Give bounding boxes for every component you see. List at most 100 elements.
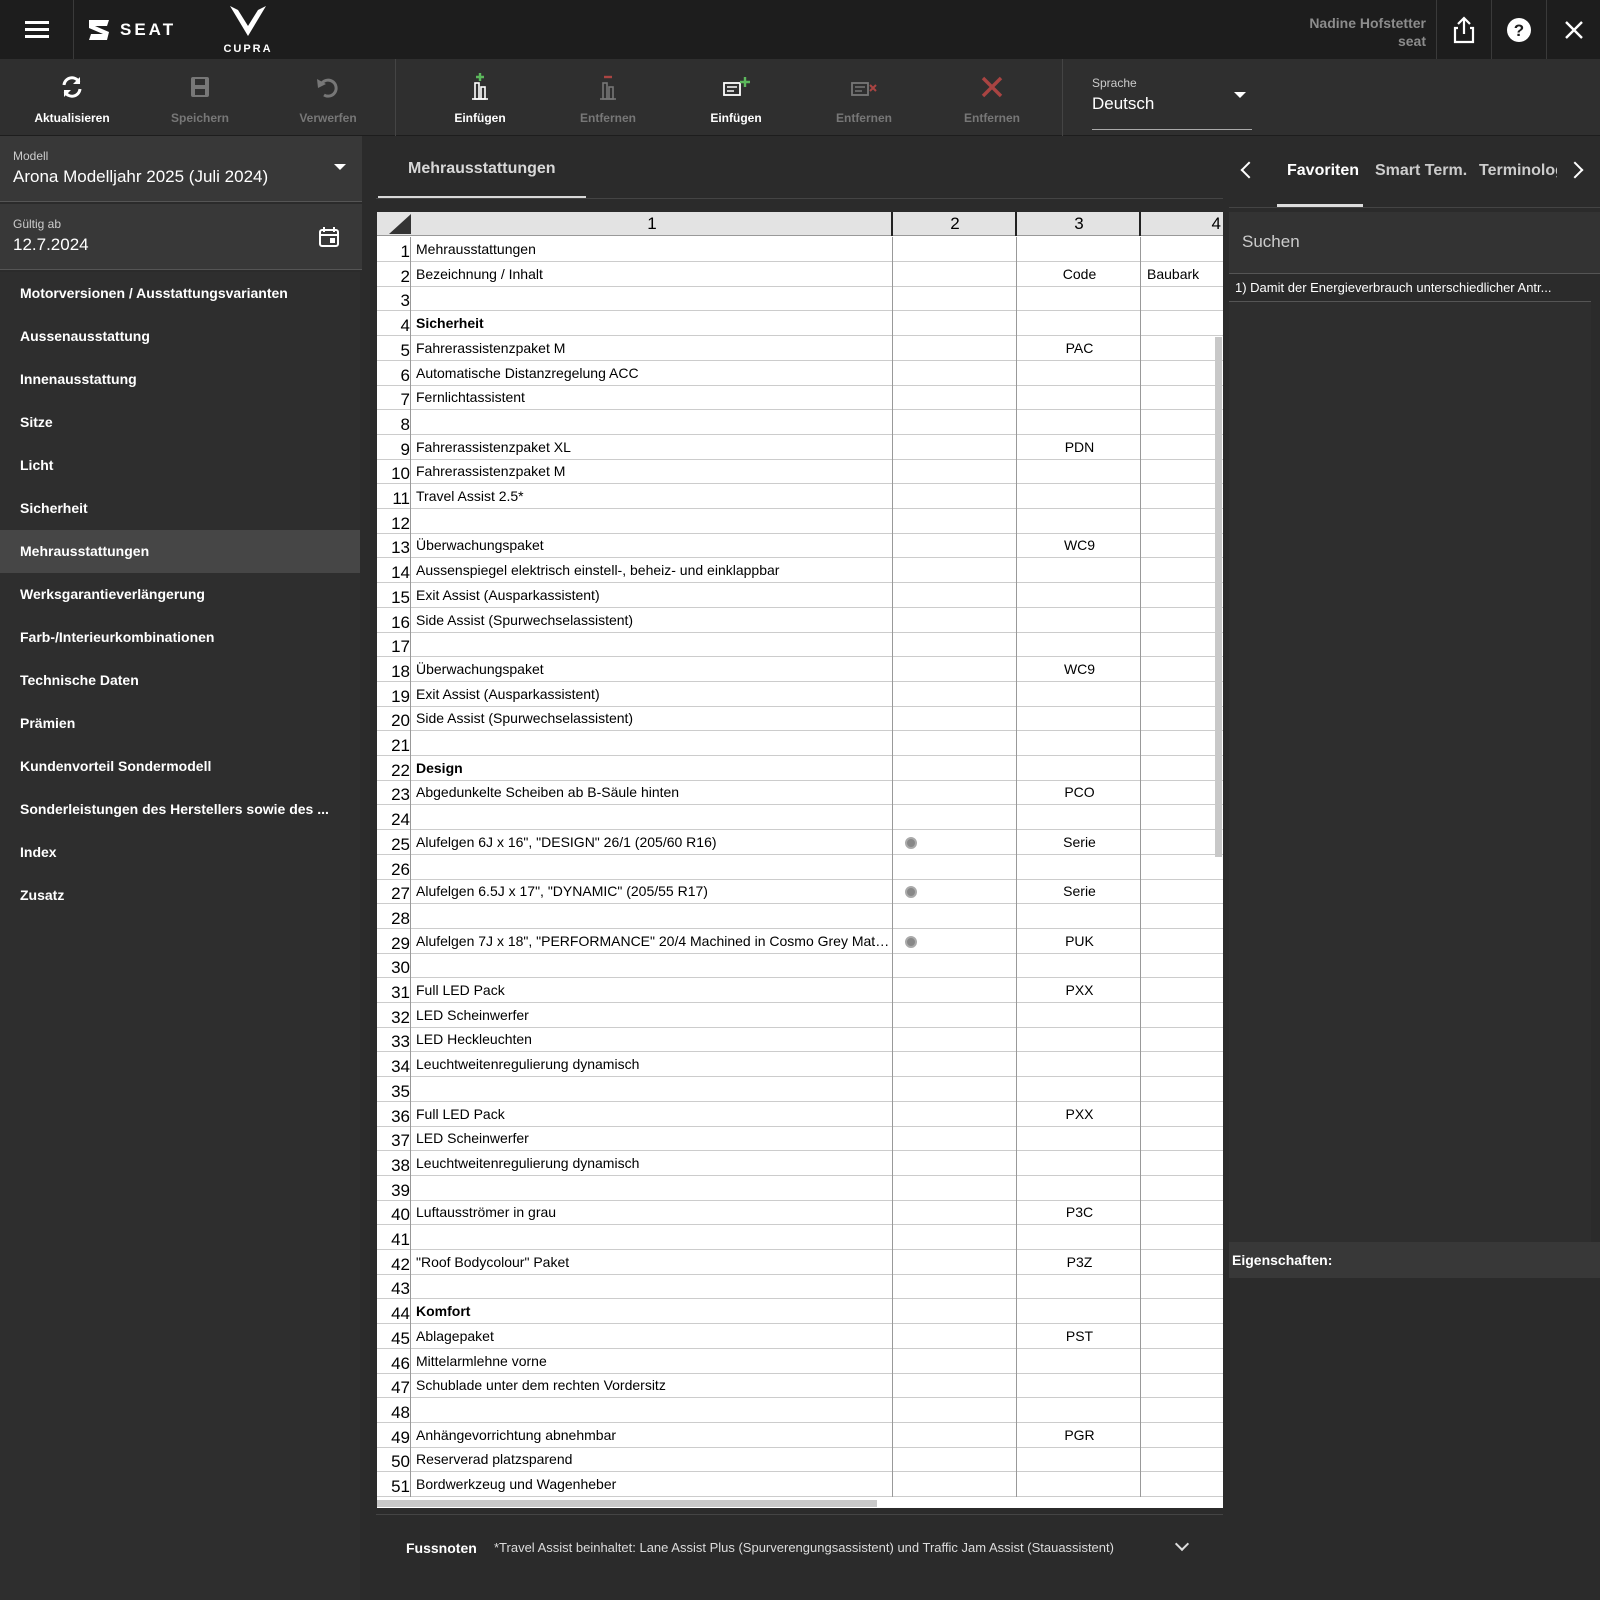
cell-col3[interactable]: PST xyxy=(1019,1323,1141,1349)
cell-col3[interactable] xyxy=(1019,1027,1141,1053)
cell-col2[interactable] xyxy=(895,928,1017,954)
cell-col2[interactable] xyxy=(895,854,1017,880)
cell-col2[interactable] xyxy=(895,755,1017,781)
table-row[interactable]: 46 Mittelarmlehne vorne xyxy=(377,1348,1223,1374)
table-row[interactable]: 22 Design xyxy=(377,755,1223,781)
valid-from-field[interactable]: Gültig ab 12.7.2024 xyxy=(0,204,362,270)
table-row[interactable]: 26 xyxy=(377,854,1223,880)
cell-col4[interactable]: Baubark xyxy=(1143,262,1223,287)
cell-col1[interactable]: Automatische Distanzregelung ACC xyxy=(413,360,893,386)
cell-col4[interactable] xyxy=(1143,632,1223,657)
cell-col1[interactable] xyxy=(413,1274,893,1300)
table-row[interactable]: 51 Bordwerkzeug und Wagenheber xyxy=(377,1472,1223,1497)
cell-col3[interactable] xyxy=(1019,1373,1141,1399)
cell-col2[interactable] xyxy=(895,1422,1017,1448)
cell-col1[interactable]: Fahrerassistenzpaket XL xyxy=(413,434,893,460)
table-row[interactable]: 9 Fahrerassistenzpaket XL PDN xyxy=(377,434,1223,460)
cell-col2[interactable] xyxy=(895,311,1017,337)
cell-col2[interactable] xyxy=(895,1126,1017,1152)
cell-col1[interactable]: Alufelgen 7J x 18", "PERFORMANCE" 20/4 M… xyxy=(413,928,893,954)
cell-col1[interactable]: Full LED Pack xyxy=(413,978,893,1003)
cell-col1[interactable]: Schublade unter dem rechten Vordersitz xyxy=(413,1373,893,1399)
cell-col1[interactable]: Side Assist (Spurwechselassistent) xyxy=(413,706,893,732)
table-row[interactable]: 30 xyxy=(377,953,1223,979)
table-row[interactable]: 39 xyxy=(377,1175,1223,1201)
table-row[interactable]: 13 Überwachungspaket WC9 xyxy=(377,533,1223,559)
cell-col2[interactable] xyxy=(895,1348,1017,1374)
insert-row-button[interactable]: Einfügen xyxy=(672,59,800,136)
chevron-down-icon[interactable] xyxy=(1174,1536,1190,1552)
remove-row-button[interactable]: Entfernen xyxy=(800,59,928,136)
cell-col2[interactable] xyxy=(895,237,1017,262)
column-header-2[interactable]: 2 xyxy=(895,212,1017,236)
cell-col4[interactable] xyxy=(1143,1299,1223,1324)
cell-col2[interactable] xyxy=(895,1472,1017,1497)
nav-item[interactable]: Kundenvorteil Sondermodell xyxy=(0,745,360,788)
cell-col2[interactable] xyxy=(895,533,1017,559)
nav-item[interactable]: Sicherheit xyxy=(0,487,360,530)
cell-col2[interactable] xyxy=(895,953,1017,979)
cell-col4[interactable] xyxy=(1143,1349,1223,1374)
cell-col1[interactable]: Mittelarmlehne vorne xyxy=(413,1348,893,1374)
table-row[interactable]: 44 Komfort xyxy=(377,1299,1223,1325)
nav-item[interactable]: Sitze xyxy=(0,401,360,444)
nav-item[interactable]: Index xyxy=(0,831,360,874)
nav-item[interactable]: Aussenausstattung xyxy=(0,315,360,358)
cell-col4[interactable] xyxy=(1143,1250,1223,1275)
cell-col2[interactable] xyxy=(895,731,1017,756)
table-row[interactable]: 42 "Roof Bodycolour" Paket P3Z xyxy=(377,1249,1223,1275)
cell-col4[interactable] xyxy=(1143,1003,1223,1028)
cell-col4[interactable] xyxy=(1143,929,1223,954)
data-grid[interactable]: 1 2 3 4 1 Mehrausstattungen 2 Bezeichnung /… xyxy=(377,212,1223,1508)
cell-col4[interactable] xyxy=(1143,953,1223,978)
cell-col3[interactable]: PCO xyxy=(1019,780,1141,806)
cell-col4[interactable] xyxy=(1143,336,1223,361)
table-row[interactable]: 20 Side Assist (Spurwechselassistent) xyxy=(377,706,1223,732)
cell-col2[interactable] xyxy=(895,1225,1017,1250)
nav-item[interactable]: Technische Daten xyxy=(0,659,360,702)
cell-col1[interactable]: Mehrausstattungen xyxy=(413,237,893,262)
cell-col1[interactable]: Leuchtweitenregulierung dynamisch xyxy=(413,1150,893,1176)
nav-item[interactable]: Sonderleistungen des Herstellers sowie d… xyxy=(0,788,360,831)
cell-col1[interactable]: Bezeichnung / Inhalt xyxy=(413,261,893,287)
cell-col2[interactable] xyxy=(895,1027,1017,1053)
table-row[interactable]: 29 Alufelgen 7J x 18", "PERFORMANCE" 20/4… xyxy=(377,928,1223,954)
cell-col4[interactable] xyxy=(1143,1225,1223,1250)
footnote-list-item[interactable]: 1) Damit der Energieverbrauch unterschie… xyxy=(1229,274,1591,302)
table-row[interactable]: 24 xyxy=(377,805,1223,831)
cell-col1[interactable] xyxy=(413,805,893,831)
cell-col3[interactable]: Serie xyxy=(1019,879,1141,905)
cell-col2[interactable] xyxy=(895,1323,1017,1349)
cell-col3[interactable]: P3C xyxy=(1019,1200,1141,1226)
cell-col2[interactable] xyxy=(895,1299,1017,1325)
table-row[interactable]: 37 LED Scheinwerfer xyxy=(377,1126,1223,1152)
cell-col3[interactable]: P3Z xyxy=(1019,1249,1141,1275)
cell-col4[interactable] xyxy=(1143,1052,1223,1077)
cell-col4[interactable] xyxy=(1143,879,1223,904)
cell-col3[interactable] xyxy=(1019,385,1141,411)
table-row[interactable]: 49 Anhängevorrichtung abnehmbar PGR xyxy=(377,1422,1223,1448)
cell-col3[interactable]: Serie xyxy=(1019,829,1141,855)
cell-col2[interactable] xyxy=(895,978,1017,1003)
cell-col4[interactable] xyxy=(1143,385,1223,410)
cell-col3[interactable] xyxy=(1019,360,1141,386)
cell-col1[interactable]: Sicherheit xyxy=(413,311,893,337)
cell-col3[interactable] xyxy=(1019,237,1141,262)
nav-item[interactable]: Prämien xyxy=(0,702,360,745)
cell-col1[interactable] xyxy=(413,1397,893,1423)
cell-col1[interactable]: Aussenspiegel elektrisch einstell-, behe… xyxy=(413,558,893,584)
cell-col4[interactable] xyxy=(1143,657,1223,682)
cell-col2[interactable] xyxy=(895,1101,1017,1127)
search-input[interactable]: Suchen xyxy=(1229,212,1600,274)
cell-col4[interactable] xyxy=(1143,756,1223,781)
horizontal-scrollbar[interactable] xyxy=(377,1500,877,1507)
cell-col2[interactable] xyxy=(895,286,1017,312)
cell-col2[interactable] xyxy=(895,1373,1017,1399)
table-row[interactable]: 27 Alufelgen 6.5J x 17", "DYNAMIC" (205/5… xyxy=(377,879,1223,905)
table-row[interactable]: 33 LED Heckleuchten xyxy=(377,1027,1223,1053)
table-row[interactable]: 18 Überwachungspaket WC9 xyxy=(377,656,1223,682)
cell-col3[interactable] xyxy=(1019,1348,1141,1374)
cell-col2[interactable] xyxy=(895,558,1017,584)
cell-col4[interactable] xyxy=(1143,583,1223,608)
cell-col4[interactable] xyxy=(1143,286,1223,311)
